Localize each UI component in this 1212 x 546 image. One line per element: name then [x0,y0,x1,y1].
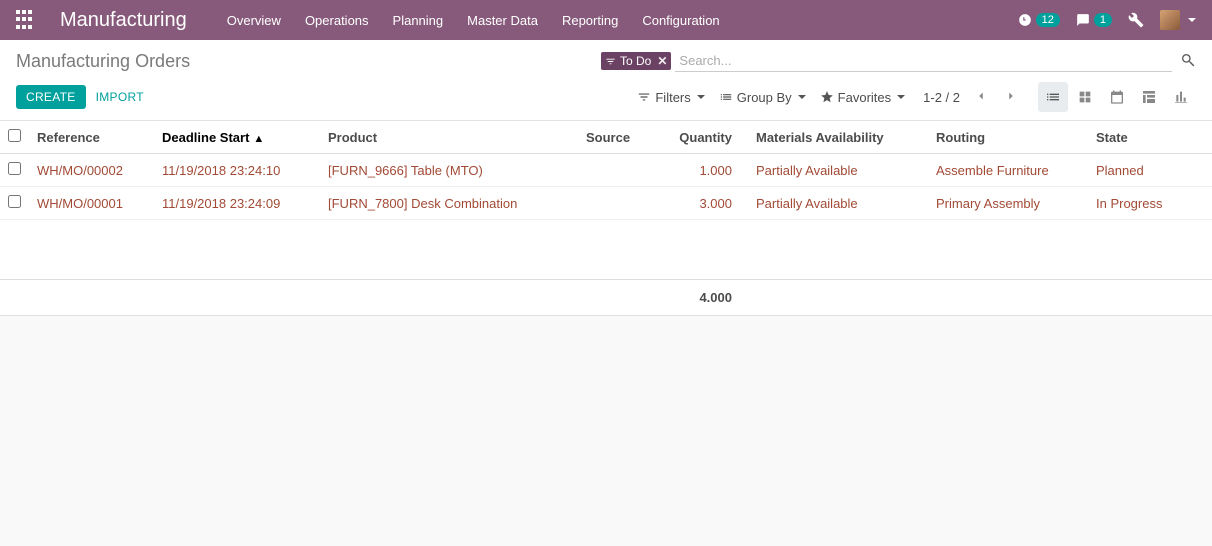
pager-next[interactable] [1002,87,1020,108]
cell-source [578,187,668,220]
col-deadline[interactable]: Deadline Start▲ [154,121,320,154]
main-navbar: Manufacturing Overview Operations Planni… [0,0,1212,40]
table-gap [0,220,1212,280]
col-reference[interactable]: Reference [29,121,154,154]
menu-overview[interactable]: Overview [227,13,281,28]
filters-label: Filters [655,90,690,105]
cell-state: Planned [1088,154,1212,187]
menu-planning[interactable]: Planning [393,13,444,28]
apps-icon[interactable] [16,10,36,30]
cell-source [578,154,668,187]
view-kanban-button[interactable] [1070,82,1100,112]
list-view-icon [1045,89,1061,105]
table-row[interactable]: WH/MO/00001 11/19/2018 23:24:09 [FURN_78… [0,187,1212,220]
col-routing[interactable]: Routing [928,121,1088,154]
messaging-button[interactable]: 1 [1076,13,1112,27]
cell-availability: Partially Available [740,154,928,187]
menu-reporting[interactable]: Reporting [562,13,618,28]
graph-view-icon [1173,89,1189,105]
view-graph-button[interactable] [1166,82,1196,112]
chat-icon [1076,13,1090,27]
funnel-icon [637,90,651,104]
cell-product: [FURN_9666] Table (MTO) [320,154,578,187]
search-icon[interactable] [1180,52,1196,71]
pager-range[interactable]: 1-2 / 2 [923,90,960,105]
select-all-cell [0,121,29,154]
avatar-icon [1160,10,1180,30]
activity-count: 12 [1036,13,1060,27]
view-list-button[interactable] [1038,82,1068,112]
favorites-label: Favorites [838,90,891,105]
col-state[interactable]: State [1088,121,1212,154]
view-calendar-button[interactable] [1102,82,1132,112]
cell-quantity: 1.000 [668,154,740,187]
table-footer: 4.000 [0,280,1212,316]
col-source[interactable]: Source [578,121,668,154]
clock-icon [1018,13,1032,27]
star-icon [820,90,834,104]
table-row[interactable]: WH/MO/00002 11/19/2018 23:24:10 [FURN_96… [0,154,1212,187]
app-brand[interactable]: Manufacturing [60,9,187,32]
menu-operations[interactable]: Operations [305,13,369,28]
row-checkbox[interactable] [8,162,21,175]
caret-down-icon [1188,18,1196,22]
search-input[interactable] [675,50,1172,72]
active-filter-label: To Do [620,54,651,68]
pager: 1-2 / 2 [923,87,1020,108]
kanban-view-icon [1077,89,1093,105]
row-checkbox[interactable] [8,195,21,208]
cell-routing: Primary Assembly [928,187,1088,220]
remove-filter-icon[interactable]: ✕ [657,54,667,68]
calendar-view-icon [1109,89,1125,105]
cell-quantity: 3.000 [668,187,740,220]
message-count: 1 [1094,13,1112,27]
filters-dropdown[interactable]: Filters [637,90,704,105]
import-button[interactable]: IMPORT [86,85,154,109]
cell-routing: Assemble Furniture [928,154,1088,187]
sort-asc-icon: ▲ [253,133,264,145]
debug-icon[interactable] [1128,12,1144,28]
view-pivot-button[interactable] [1134,82,1164,112]
col-product[interactable]: Product [320,121,578,154]
favorites-dropdown[interactable]: Favorites [820,90,905,105]
view-switcher [1038,82,1196,112]
control-panel: Manufacturing Orders To Do ✕ CREATE IMPO… [0,40,1212,121]
table-header-row: Reference Deadline Start▲ Product Source… [0,121,1212,154]
select-all-checkbox[interactable] [8,129,21,142]
active-filter-tag[interactable]: To Do ✕ [601,52,671,70]
groupby-label: Group By [737,90,792,105]
menu-master-data[interactable]: Master Data [467,13,538,28]
list-icon [719,90,733,104]
groupby-dropdown[interactable]: Group By [719,90,806,105]
create-button[interactable]: CREATE [16,85,86,109]
col-availability[interactable]: Materials Availability [740,121,928,154]
funnel-icon [605,56,616,67]
cell-deadline: 11/19/2018 23:24:10 [154,154,320,187]
total-quantity: 4.000 [668,280,740,316]
pager-prev[interactable] [972,87,990,108]
cell-product: [FURN_7800] Desk Combination [320,187,578,220]
menu-configuration[interactable]: Configuration [642,13,719,28]
cell-reference: WH/MO/00001 [29,187,154,220]
cell-state: In Progress [1088,187,1212,220]
activity-button[interactable]: 12 [1018,13,1060,27]
user-menu[interactable] [1160,10,1196,30]
top-menu: Overview Operations Planning Master Data… [227,13,720,28]
col-quantity[interactable]: Quantity [668,121,740,154]
cell-deadline: 11/19/2018 23:24:09 [154,187,320,220]
cell-reference: WH/MO/00002 [29,154,154,187]
list-view: Reference Deadline Start▲ Product Source… [0,121,1212,316]
pivot-view-icon [1141,89,1157,105]
cell-availability: Partially Available [740,187,928,220]
breadcrumb: Manufacturing Orders [16,51,190,72]
